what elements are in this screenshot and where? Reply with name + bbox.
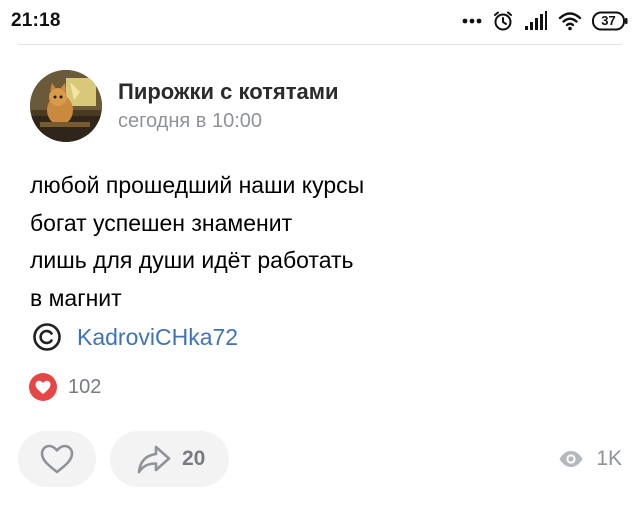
heart-outline-icon (40, 444, 74, 474)
post-text-line: в магнит (30, 284, 122, 311)
status-time: 21:18 (11, 10, 61, 31)
reaction-count: 102 (68, 375, 102, 398)
like-button[interactable] (18, 431, 96, 487)
signer-link[interactable]: KadroviCHka72 (77, 324, 238, 351)
post-text-line: богат успешен знаменит (30, 209, 293, 236)
header-divider (18, 44, 622, 45)
eye-icon (559, 451, 583, 467)
post-time: сегодня в 10:00 (118, 110, 262, 132)
copyright-icon (33, 323, 61, 351)
group-avatar[interactable] (30, 70, 102, 142)
share-count: 20 (182, 447, 206, 470)
alarm-icon (494, 11, 512, 31)
more-dots-icon (462, 18, 482, 24)
share-button[interactable]: 20 (110, 431, 229, 487)
wifi-icon (558, 12, 582, 31)
post-signer[interactable]: KadroviCHka72 (32, 320, 238, 354)
group-name[interactable]: Пирожки с котятами (118, 79, 339, 105)
battery-icon: 37 (592, 11, 628, 31)
views-count: 1K (596, 447, 622, 470)
status-icons: 37 (462, 9, 628, 33)
action-bar: 20 1K (18, 431, 622, 487)
post-text-line: любой прошедший наши курсы (30, 172, 365, 198)
heart-reaction-icon (29, 373, 57, 401)
views-counter: 1K (558, 431, 622, 487)
reactions-summary[interactable]: 102 (28, 372, 101, 402)
post-header: Пирожки с котятами сегодня в 10:00 (30, 70, 339, 142)
battery-level: 37 (601, 13, 616, 28)
signal-icon (525, 11, 547, 30)
post-text: любой прошедший наши курсы богат успешен… (30, 167, 610, 317)
group-meta: Пирожки с котятами сегодня в 10:00 (118, 79, 339, 133)
status-bar: 21:18 37 (0, 0, 640, 44)
post-text-line: лишь для души идёт работать (30, 247, 354, 273)
share-arrow-icon (137, 445, 171, 474)
